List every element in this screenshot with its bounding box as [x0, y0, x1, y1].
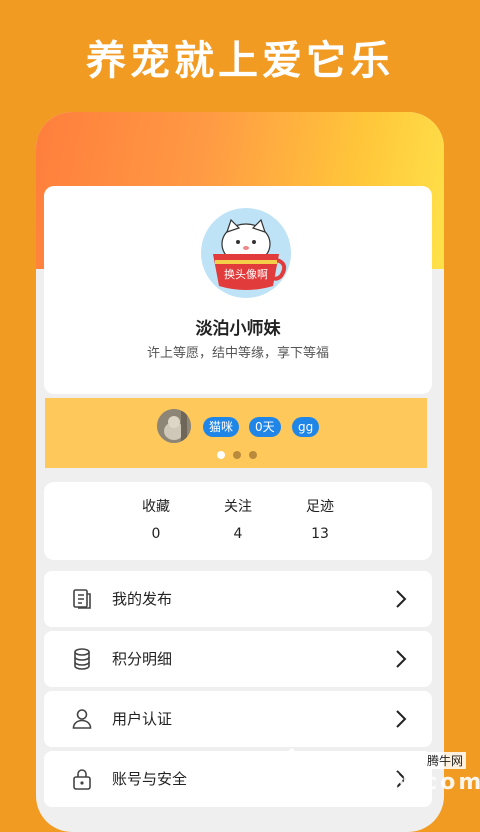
watermark-cn: 腾牛网: [423, 752, 466, 769]
menu-item-my-posts[interactable]: 我的发布: [44, 571, 432, 627]
menu-item-label: 账号与安全: [112, 770, 188, 788]
pager-dot-active[interactable]: [217, 451, 225, 459]
menu-item-label: 积分明细: [112, 650, 173, 668]
stat-following[interactable]: 关注 4: [198, 496, 278, 542]
stat-favorites[interactable]: 收藏 0: [116, 496, 196, 542]
profile-card: 换头像啊 淡泊小师妹 许上等愿，结中等缘，享下等福: [44, 186, 432, 394]
banner-title: 养宠就上爱它乐: [86, 38, 394, 84]
user-icon: [72, 709, 92, 729]
pet-carousel[interactable]: 猫咪 0天 gg: [45, 398, 427, 468]
menu-item-label: 用户认证: [112, 710, 173, 728]
stat-label: 关注: [224, 499, 252, 515]
stats-card: 收藏 0 关注 4 足迹 13: [44, 482, 432, 560]
pet-photo[interactable]: [157, 409, 191, 443]
pet-tag-age: 0天: [249, 417, 281, 437]
watermark: 腾牛网 QQTN.com: [270, 742, 480, 800]
document-icon: [73, 589, 91, 609]
pager-dot[interactable]: [249, 451, 257, 459]
pager-dot[interactable]: [233, 451, 241, 459]
stat-value: 13: [311, 526, 329, 542]
user-motto: 许上等愿，结中等缘，享下等福: [146, 346, 329, 361]
lock-icon: [73, 769, 91, 790]
avatar[interactable]: 换头像啊: [201, 208, 291, 298]
avatar-caption: 换头像啊: [224, 268, 268, 281]
phone-screen: 换头像啊 淡泊小师妹 许上等愿，结中等缘，享下等福 猫咪 0天 gg 收藏 0 …: [36, 112, 444, 832]
menu-item-verification[interactable]: 用户认证: [44, 691, 432, 747]
menu-item-points[interactable]: 积分明细: [44, 631, 432, 687]
stat-label: 足迹: [306, 499, 334, 515]
stat-label: 收藏: [142, 499, 170, 515]
pet-tag-name: gg: [292, 417, 320, 437]
chevron-right-icon: [396, 590, 407, 608]
menu-item-label: 我的发布: [112, 590, 173, 608]
chevron-right-icon: [396, 710, 407, 728]
stat-value: 0: [151, 526, 161, 542]
stat-footprints[interactable]: 足迹 13: [280, 496, 360, 542]
stat-value: 4: [233, 526, 243, 542]
coins-icon: [74, 648, 90, 670]
watermark-en: QQTN.com: [330, 770, 480, 795]
cat-cup-icon: [213, 218, 287, 290]
pet-tag-type: 猫咪: [203, 417, 240, 437]
user-name: 淡泊小师妹: [195, 319, 281, 339]
chevron-right-icon: [396, 650, 407, 668]
pet-image-icon: [157, 409, 191, 443]
